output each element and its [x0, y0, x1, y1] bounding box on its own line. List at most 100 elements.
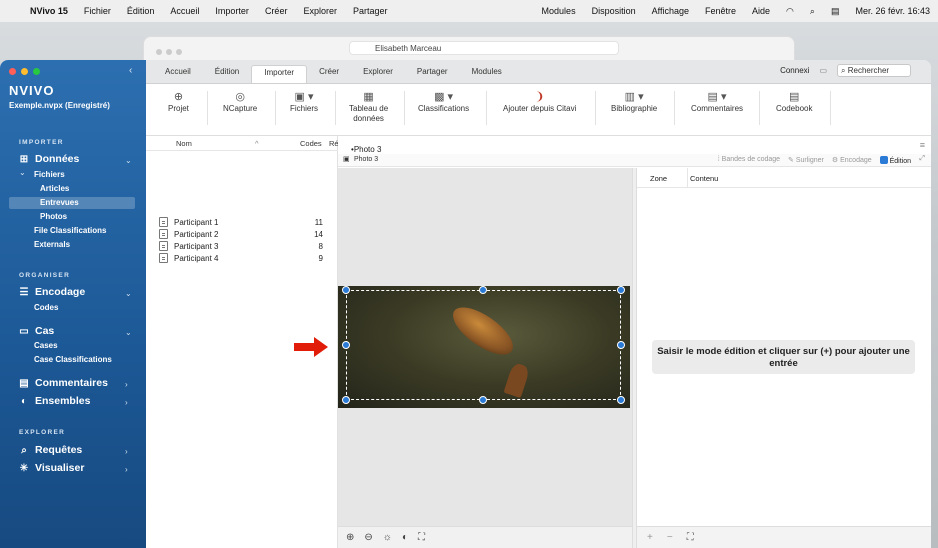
nav-externals[interactable]: Externals	[34, 240, 70, 249]
nav-encodage[interactable]: ☰ Encodage	[19, 286, 86, 298]
commentaires-button[interactable]: ▤ ▾ Commentaires	[691, 92, 743, 114]
menu-app-name[interactable]: NVivo 15	[22, 6, 76, 16]
window-zoom-button[interactable]	[176, 49, 182, 55]
nav-articles[interactable]: Articles	[40, 184, 69, 193]
ncapture-button[interactable]: ◎ NCapture	[223, 92, 257, 114]
tab-partager[interactable]: Partager	[405, 65, 460, 83]
menu-modules[interactable]: Modules	[534, 6, 584, 16]
tab-modules[interactable]: Modules	[460, 65, 514, 83]
brightness-icon[interactable]: ☼	[383, 532, 392, 543]
projet-button[interactable]: ⊕ Projet	[168, 92, 189, 114]
selection-handle[interactable]	[617, 396, 625, 404]
selection-handle[interactable]	[617, 341, 625, 349]
table-row[interactable]: Participant 4 9	[159, 252, 329, 264]
nav-requetes[interactable]: ⌕ Requêtes	[19, 444, 82, 456]
menu-edition[interactable]: Édition	[119, 6, 163, 16]
nav-cas[interactable]: ▭ Cas	[19, 325, 54, 337]
search-icon[interactable]: ⌕	[802, 6, 823, 17]
selection-handle[interactable]	[479, 286, 487, 294]
menu-affichage[interactable]: Affichage	[644, 6, 697, 16]
chevron-right-icon[interactable]: ›	[125, 398, 128, 407]
zoom-out-icon[interactable]: ⊖	[364, 532, 372, 543]
chevron-right-icon[interactable]: ›	[125, 465, 128, 474]
encodage-button[interactable]: ⚙ Encodage	[832, 156, 872, 165]
zoom-in-icon[interactable]: ⊕	[346, 532, 354, 543]
chat-icon[interactable]: ▭	[819, 66, 827, 75]
selection-handle[interactable]	[342, 396, 350, 404]
nav-file-classifications[interactable]: File Classifications	[34, 226, 106, 235]
selection-rectangle[interactable]	[346, 290, 621, 400]
fish-photo[interactable]	[338, 286, 630, 408]
citavi-button[interactable]: ❩ Ajouter depuis Citavi	[503, 92, 576, 114]
nav-entrevues[interactable]: Entrevues	[40, 198, 79, 207]
chevron-down-icon[interactable]: ⌄	[125, 289, 132, 298]
tableau-donnees-button[interactable]: ▦ Tableau de données	[349, 92, 388, 124]
menu-datetime[interactable]: Mer. 26 févr. 16:43	[847, 6, 938, 16]
table-row[interactable]: Participant 2 14	[159, 228, 329, 240]
tab-creer[interactable]: Créer	[307, 65, 351, 83]
chevron-right-icon[interactable]: ›	[125, 447, 128, 456]
remove-icon[interactable]: −	[667, 532, 673, 543]
collapse-sidebar-icon[interactable]: ‹	[129, 65, 132, 76]
nav-ensembles[interactable]: ◐ Ensembles	[19, 395, 90, 407]
table-row[interactable]: Participant 1 11	[159, 216, 329, 228]
search-input[interactable]: ⌕ Rechercher	[837, 64, 911, 77]
menu-aide[interactable]: Aide	[744, 6, 778, 16]
menu-fichier[interactable]: Fichier	[76, 6, 119, 16]
tab-explorer[interactable]: Explorer	[351, 65, 405, 83]
expand-icon[interactable]: ⤢	[919, 155, 925, 163]
menu-disposition[interactable]: Disposition	[584, 6, 644, 16]
nav-visualiser[interactable]: ✳ Visualiser	[19, 462, 85, 474]
window-close-button[interactable]	[156, 49, 162, 55]
wifi-icon[interactable]: ◠	[778, 6, 802, 17]
menu-importer[interactable]: Importer	[207, 6, 257, 16]
col-contenu[interactable]: Contenu	[690, 174, 718, 183]
menu-accueil[interactable]: Accueil	[162, 6, 207, 16]
nav-fichiers[interactable]: Fichiers	[34, 170, 65, 179]
chevron-down-icon[interactable]: ⌄	[125, 328, 132, 337]
edition-toggle[interactable]: Édition	[879, 156, 911, 165]
classifications-button[interactable]: ▩ ▾ Classifications	[418, 92, 469, 114]
chevron-down-icon[interactable]: ⌄	[19, 168, 26, 177]
minimize-button[interactable]	[21, 68, 28, 75]
menu-creer[interactable]: Créer	[257, 6, 296, 16]
nav-codes[interactable]: Codes	[34, 303, 58, 312]
background-tab-title[interactable]: Elisabeth Marceau	[349, 41, 619, 55]
selection-handle[interactable]	[342, 286, 350, 294]
tab-importer[interactable]: Importer	[251, 65, 308, 83]
selection-handle[interactable]	[342, 341, 350, 349]
contrast-icon[interactable]: ◐	[402, 532, 408, 543]
menu-fenetre[interactable]: Fenêtre	[697, 6, 744, 16]
fichiers-button[interactable]: ▣ ▾ Fichiers	[290, 92, 318, 114]
list-icon[interactable]: ≡	[920, 140, 925, 150]
codebook-button[interactable]: ▤ Codebook	[776, 92, 812, 114]
window-minimize-button[interactable]	[166, 49, 172, 55]
nav-cases[interactable]: Cases	[34, 341, 58, 350]
chevron-right-icon[interactable]: ›	[125, 380, 128, 389]
nav-commentaires[interactable]: ▤ Commentaires	[19, 377, 108, 389]
add-icon[interactable]: +	[647, 532, 653, 543]
nav-donnees[interactable]: ⊞ Données	[19, 153, 80, 165]
table-row[interactable]: Participant 3 8	[159, 240, 329, 252]
bandes-codage-button[interactable]: ⁞ Bandes de codage	[718, 156, 780, 165]
bibliographie-button[interactable]: ▥ ▾ Bibliographie	[611, 92, 657, 114]
nav-case-classifications[interactable]: Case Classifications	[34, 355, 112, 364]
nav-photos[interactable]: Photos	[40, 212, 67, 221]
menu-partager[interactable]: Partager	[345, 6, 396, 16]
selection-handle[interactable]	[617, 286, 625, 294]
close-button[interactable]	[9, 68, 16, 75]
col-nom[interactable]: Nom	[176, 139, 192, 148]
selection-handle[interactable]	[479, 396, 487, 404]
menu-explorer[interactable]: Explorer	[295, 6, 345, 16]
fit-icon[interactable]: ⛶	[687, 532, 694, 543]
connexion-button[interactable]: Connexi	[780, 66, 809, 75]
control-center-icon[interactable]: ▤	[823, 6, 848, 17]
tab-edition[interactable]: Édition	[203, 65, 251, 83]
fit-icon[interactable]: ⛶	[418, 532, 425, 543]
chevron-down-icon[interactable]: ⌄	[125, 156, 132, 165]
col-codes[interactable]: Codes	[300, 139, 322, 148]
tab-accueil[interactable]: Accueil	[153, 65, 203, 83]
sort-ascending-icon[interactable]: ^	[255, 139, 259, 148]
col-zone[interactable]: Zone	[650, 174, 667, 183]
surligner-button[interactable]: ✎ Surligner	[788, 156, 824, 165]
